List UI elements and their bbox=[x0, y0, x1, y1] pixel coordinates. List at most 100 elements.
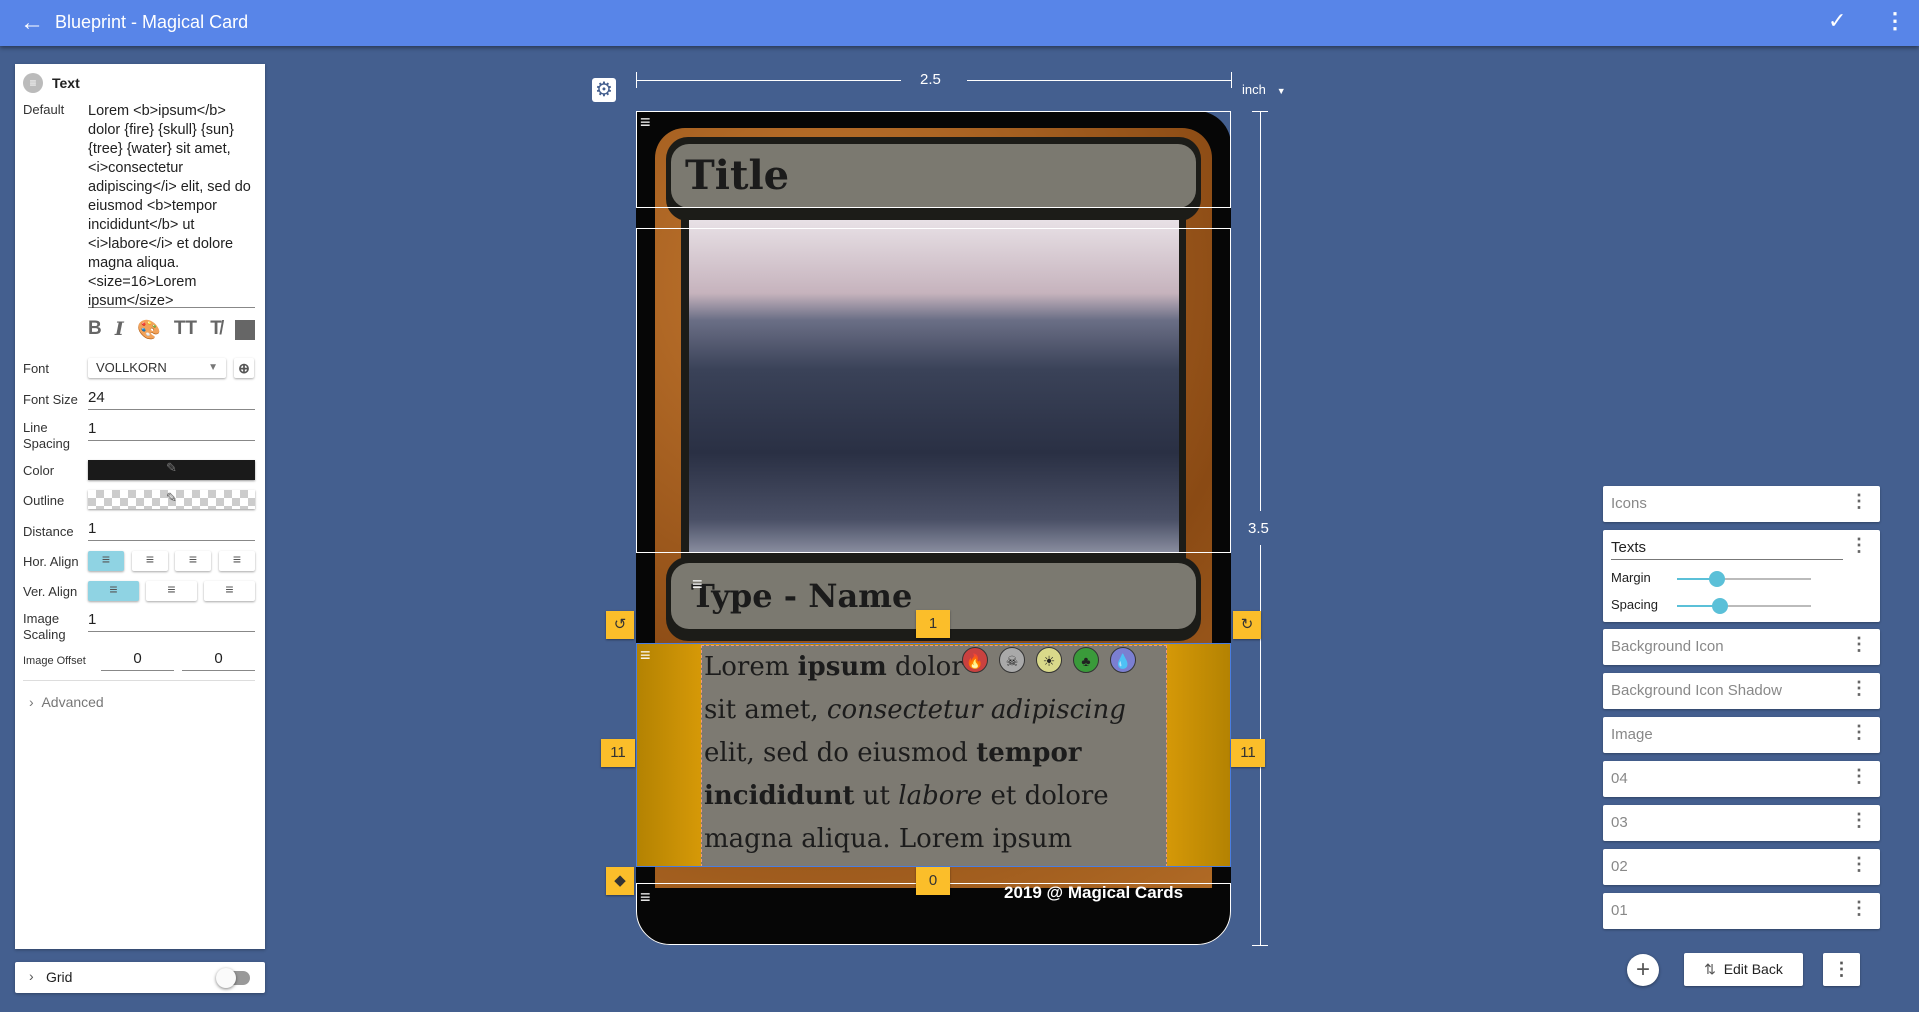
margin-slider[interactable] bbox=[1677, 571, 1811, 587]
add-font-button[interactable]: ⊕ bbox=[234, 358, 254, 378]
font-size-input[interactable]: 24 bbox=[88, 389, 255, 410]
check-icon[interactable]: ✓ bbox=[1828, 8, 1846, 34]
spacing-slider[interactable] bbox=[1677, 598, 1811, 614]
layer-item[interactable]: 03 ⋮ bbox=[1603, 805, 1880, 841]
slider-thumb[interactable] bbox=[1709, 571, 1726, 587]
more-vert-icon[interactable]: ⋮ bbox=[1884, 8, 1906, 34]
width-ruler-line bbox=[967, 80, 1231, 81]
height-value: 3.5 bbox=[1248, 520, 1269, 537]
flip-icon: ⇅ bbox=[1704, 961, 1716, 977]
valign-top-button[interactable]: ≡ bbox=[88, 581, 139, 601]
line-spacing-input[interactable]: 1 bbox=[88, 420, 255, 441]
grid-panel[interactable]: › Grid bbox=[15, 962, 265, 993]
grid-label: Grid bbox=[46, 969, 73, 985]
rotate-left-icon[interactable]: ↺ bbox=[606, 611, 634, 639]
right-margin-handle[interactable]: 11 bbox=[1231, 739, 1265, 767]
layer-name: 02 bbox=[1611, 858, 1628, 875]
layer-item[interactable]: 02 ⋮ bbox=[1603, 849, 1880, 885]
more-vert-icon[interactable]: ⋮ bbox=[1850, 492, 1868, 510]
font-select[interactable]: VOLLKORN ▼ bbox=[88, 358, 226, 378]
default-label: Default bbox=[23, 102, 65, 117]
ruler-tick bbox=[1231, 72, 1232, 88]
chevron-right-icon: › bbox=[29, 694, 42, 710]
ver-align-label: Ver. Align bbox=[23, 584, 78, 599]
text-layer-icon[interactable]: ≡ bbox=[640, 888, 651, 906]
more-vert-icon[interactable]: ⋮ bbox=[1850, 855, 1868, 873]
align-center-button[interactable]: ≡ bbox=[132, 551, 168, 571]
slider-thumb[interactable] bbox=[1711, 598, 1728, 614]
unit-value: inch bbox=[1242, 82, 1266, 97]
edit-back-button[interactable]: ⇅ Edit Back bbox=[1684, 953, 1803, 986]
text-properties-panel: ≡ Text Default Lorem <b>ipsum</b> dolor … bbox=[15, 64, 265, 949]
layer-item[interactable]: Background Icon ⋮ bbox=[1603, 629, 1880, 665]
more-vert-icon[interactable]: ⋮ bbox=[1850, 811, 1868, 829]
font-size-label: Font Size bbox=[23, 392, 78, 407]
distance-input[interactable]: 1 bbox=[88, 520, 255, 541]
image-icon[interactable] bbox=[234, 320, 255, 340]
image-offset-y-input[interactable]: 0 bbox=[182, 650, 255, 671]
advanced-label: Advanced bbox=[41, 694, 104, 710]
page-title: Blueprint - Magical Card bbox=[55, 12, 249, 32]
text-layer-icon[interactable]: ≡ bbox=[692, 575, 703, 593]
more-vert-icon[interactable]: ⋮ bbox=[1850, 899, 1868, 917]
image-offset-x-input[interactable]: 0 bbox=[101, 650, 174, 671]
layer-item[interactable]: Image ⋮ bbox=[1603, 717, 1880, 753]
more-vert-icon[interactable]: ⋮ bbox=[1850, 723, 1868, 741]
left-margin-handle[interactable]: 11 bbox=[601, 739, 635, 767]
align-right-button[interactable]: ≡ bbox=[175, 551, 211, 571]
toggle-thumb bbox=[216, 968, 236, 988]
color-label: Color bbox=[23, 463, 55, 478]
align-justify-button[interactable]: ≡ bbox=[219, 551, 255, 571]
back-arrow-icon[interactable]: ← bbox=[20, 9, 44, 37]
more-vert-icon[interactable]: ⋮ bbox=[1850, 635, 1868, 653]
width-ruler-line bbox=[636, 80, 901, 81]
image-scaling-input[interactable]: 1 bbox=[88, 611, 255, 632]
outline-color-picker[interactable]: ✎ bbox=[88, 490, 255, 509]
more-vert-icon[interactable]: ⋮ bbox=[1850, 767, 1868, 785]
clear-format-icon[interactable]: T̸ bbox=[210, 318, 222, 342]
settings-gear-icon[interactable]: ⚙ bbox=[592, 78, 616, 102]
text-layer-icon[interactable]: ≡ bbox=[640, 113, 651, 131]
more-vert-icon[interactable]: ⋮ bbox=[1850, 536, 1868, 554]
color-picker[interactable]: ✎ bbox=[88, 460, 255, 480]
more-options-button[interactable]: ⋮ bbox=[1823, 953, 1860, 986]
bottom-margin-handle[interactable]: 0 bbox=[916, 867, 950, 895]
format-toolbar: B I 🎨 TT T̸ bbox=[88, 318, 255, 342]
text-layer-icon[interactable]: ≡ bbox=[640, 646, 651, 664]
advanced-expander[interactable]: › Advanced bbox=[29, 694, 104, 710]
more-vert-icon[interactable]: ⋮ bbox=[1850, 679, 1868, 697]
italic-icon[interactable]: I bbox=[115, 318, 124, 342]
valign-middle-button[interactable]: ≡ bbox=[146, 581, 197, 601]
rotate-right-icon[interactable]: ↻ bbox=[1233, 611, 1261, 639]
default-text-input[interactable]: Lorem <b>ipsum</b> dolor {fire} {skull} … bbox=[88, 102, 255, 309]
margin-label: Margin bbox=[1611, 570, 1651, 585]
font-label: Font bbox=[23, 361, 50, 376]
height-ruler-line bbox=[1260, 111, 1261, 511]
align-left-button[interactable]: ≡ bbox=[88, 551, 124, 571]
text-size-icon[interactable]: TT bbox=[174, 318, 197, 342]
layer-item[interactable]: Icons ⋮ bbox=[1603, 486, 1880, 522]
card: Title Type - Name Lorem ipsum dolor sit a… bbox=[636, 111, 1231, 945]
layer-name: 04 bbox=[1611, 770, 1628, 787]
layers-icon[interactable]: ◆ bbox=[606, 867, 634, 895]
valign-bottom-button[interactable]: ≡ bbox=[204, 581, 255, 601]
divider bbox=[23, 680, 255, 681]
layer-item[interactable]: Background Icon Shadow ⋮ bbox=[1603, 673, 1880, 709]
ruler-tick bbox=[1252, 945, 1268, 946]
card-footer-text[interactable]: 2019 @ Magical Cards bbox=[1004, 883, 1183, 903]
top-app-bar: ← Blueprint - Magical Card ✓ ⋮ bbox=[0, 0, 1919, 46]
layer-item[interactable]: 04 ⋮ bbox=[1603, 761, 1880, 797]
layer-item[interactable]: Texts ⋮ Margin Spacing bbox=[1603, 530, 1880, 622]
palette-icon[interactable]: 🎨 bbox=[137, 318, 161, 342]
layer-name: Image bbox=[1611, 726, 1653, 743]
title-selection-box bbox=[636, 111, 1231, 208]
outline-label: Outline bbox=[23, 493, 65, 508]
layer-item[interactable]: 01 ⋮ bbox=[1603, 893, 1880, 929]
layer-name: Icons bbox=[1611, 495, 1647, 512]
unit-select[interactable]: inch ▼ bbox=[1242, 82, 1286, 97]
add-layer-button[interactable]: + bbox=[1627, 954, 1659, 986]
bold-icon[interactable]: B bbox=[88, 318, 102, 342]
top-margin-handle[interactable]: 1 bbox=[916, 610, 950, 638]
spacing-label: Spacing bbox=[1611, 597, 1658, 612]
grid-toggle[interactable] bbox=[216, 968, 250, 988]
